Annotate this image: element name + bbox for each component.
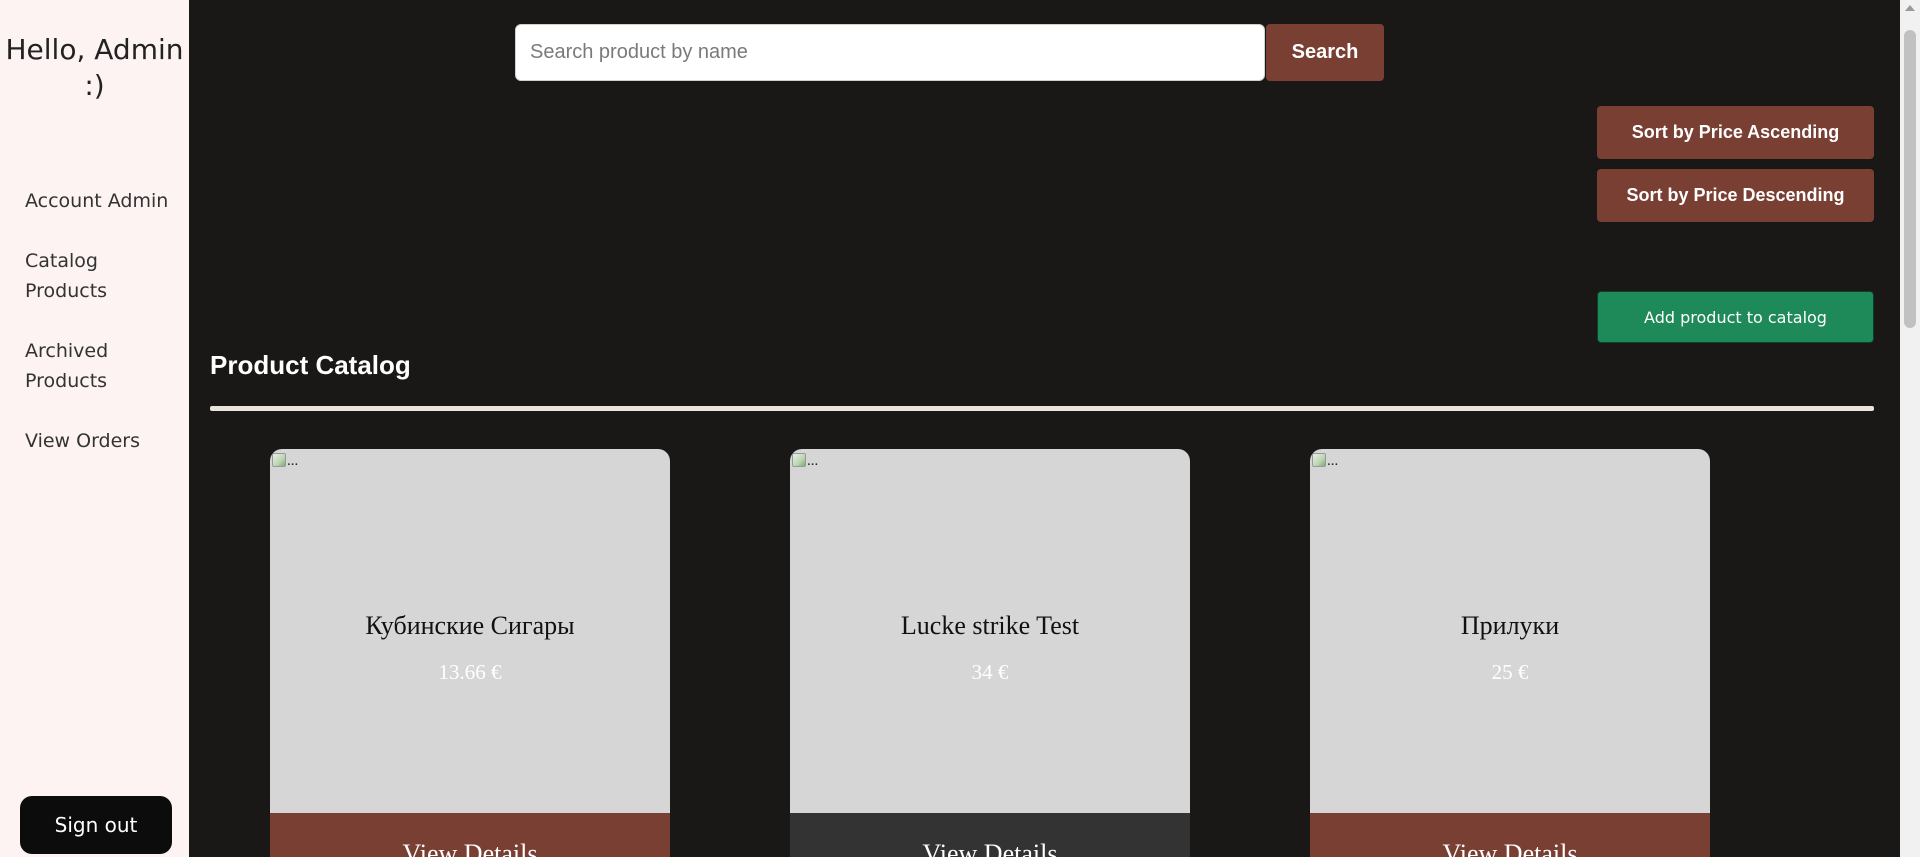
product-image-alt: ... [807, 453, 819, 469]
add-product-button[interactable]: Add product to catalog [1597, 291, 1874, 343]
catalog-title: Product Catalog [210, 350, 411, 380]
product-image: ... [1312, 453, 1346, 475]
product-name: Кубинские Сигары [365, 611, 575, 640]
product-card: ... Прилуки 25 € View Details [1310, 449, 1710, 857]
view-details-button[interactable]: View Details [790, 813, 1190, 857]
product-name: Прилуки [1460, 611, 1560, 640]
sidebar-item-account-admin[interactable]: Account Admin [25, 186, 185, 216]
product-card: ... Кубинские Сигары 13.66 € View Detail… [270, 449, 670, 857]
product-price: 34 € [971, 660, 1009, 684]
catalog-divider [210, 406, 1874, 411]
sort-price-ascending-button[interactable]: Sort by Price Ascending [1597, 106, 1874, 159]
search-button[interactable]: Search [1266, 24, 1384, 81]
greeting-text: Hello, Admin :) [5, 33, 184, 102]
sidebar-item-catalog-products[interactable]: Catalog Products [25, 246, 185, 306]
sign-out-button[interactable]: Sign out [20, 796, 172, 854]
product-image-alt: ... [287, 453, 299, 469]
broken-image-icon [1312, 453, 1326, 467]
sort-price-descending-button[interactable]: Sort by Price Descending [1597, 169, 1874, 222]
vertical-scrollbar[interactable] [1900, 0, 1920, 857]
product-image-alt: ... [1327, 453, 1339, 469]
broken-image-icon [272, 453, 286, 467]
product-image: ... [272, 453, 306, 475]
main-content: Search Sort by Price Ascending Sort by P… [189, 0, 1900, 857]
scroll-thumb[interactable] [1904, 30, 1916, 328]
search-input[interactable] [515, 24, 1265, 81]
product-name: Lucke strike Test [900, 611, 1080, 640]
sidebar-nav: Account Admin Catalog Products Archived … [25, 186, 185, 486]
product-card: ... Lucke strike Test 34 € View Details [790, 449, 1190, 857]
product-price: 13.66 € [438, 660, 502, 684]
view-details-button[interactable]: View Details [270, 813, 670, 857]
scroll-up-arrow-icon[interactable] [1905, 5, 1915, 11]
product-price: 25 € [1491, 660, 1529, 684]
sidebar: Hello, Admin :) Account Admin Catalog Pr… [0, 0, 189, 857]
product-image: ... [792, 453, 826, 475]
broken-image-icon [792, 453, 806, 467]
sidebar-item-archived-products[interactable]: Archived Products [25, 336, 185, 396]
sidebar-item-view-orders[interactable]: View Orders [25, 426, 185, 456]
view-details-button[interactable]: View Details [1310, 813, 1710, 857]
